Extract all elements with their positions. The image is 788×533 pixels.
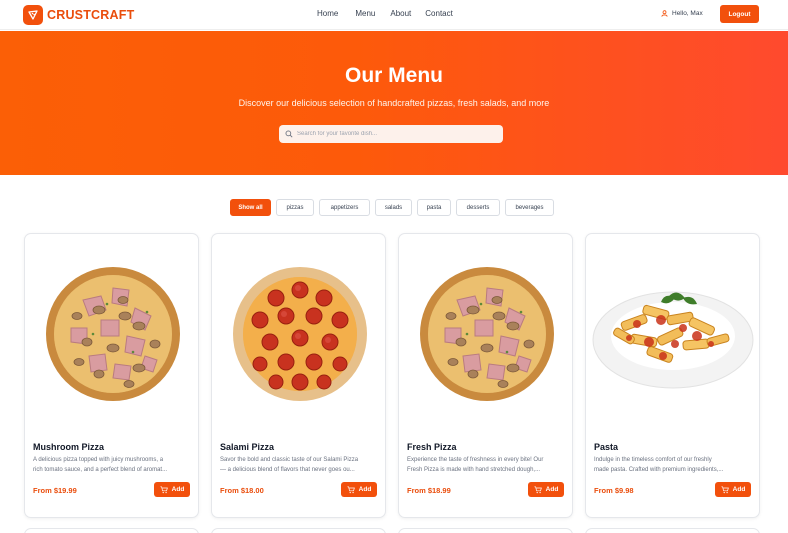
main-nav: Home Menu About Contact: [317, 9, 453, 18]
search-bar[interactable]: [279, 125, 503, 143]
user-greeting-text: Hello, Max: [672, 10, 703, 17]
user-icon: [661, 10, 668, 17]
cart-icon: [534, 485, 542, 493]
add-button-label: Add: [171, 486, 185, 493]
user-greeting: Hello, Max: [661, 10, 703, 17]
add-to-cart-button[interactable]: Add: [154, 482, 190, 497]
product-card[interactable]: Fresh Pizza Experience the taste of fres…: [398, 233, 573, 518]
pasta-plate-image: [586, 234, 759, 434]
product-name: Mushroom Pizza: [33, 442, 105, 452]
product-price: From $18.00: [220, 486, 264, 495]
product-price: From $18.99: [407, 486, 451, 495]
search-input[interactable]: [297, 131, 487, 137]
add-to-cart-button[interactable]: Add: [715, 482, 751, 497]
product-description-line1: Savor the bold and classic taste of our …: [220, 457, 359, 463]
product-description-line1: Indulge in the timeless comfort of our f…: [594, 457, 712, 463]
product-description: Indulge in the timeless comfort of our f…: [594, 456, 752, 475]
brand[interactable]: CRUSTCRAFT: [23, 4, 134, 26]
product-name: Pasta: [594, 442, 619, 452]
product-description: Experience the taste of freshness in eve…: [407, 456, 565, 475]
product-card[interactable]: Pasta Indulge in the timeless comfort of…: [585, 233, 760, 518]
filter-pizzas[interactable]: pizzas: [276, 199, 314, 216]
product-name: Fresh Pizza: [407, 442, 457, 452]
add-to-cart-button[interactable]: Add: [341, 482, 377, 497]
nav-link-about[interactable]: About: [390, 9, 411, 18]
nav-link-contact[interactable]: Contact: [425, 9, 453, 18]
product-card[interactable]: Mushroom Pizza A delicious pizza topped …: [24, 233, 199, 518]
cart-icon: [721, 485, 729, 493]
hero-banner: Our Menu Discover our delicious selectio…: [0, 31, 788, 175]
nav-link-menu[interactable]: Menu: [355, 9, 375, 18]
product-description-line2: made pasta. Crafted with premium ingredi…: [594, 466, 724, 473]
product-description-line1: Experience the taste of freshness in eve…: [407, 457, 544, 463]
brand-name: CRUSTCRAFT: [47, 8, 135, 22]
filter-salads[interactable]: salads: [375, 199, 412, 216]
filter-show-all[interactable]: Show all: [230, 199, 271, 216]
pizza-slice-logo-icon: [23, 5, 43, 25]
product-card-next-row[interactable]: [211, 528, 386, 533]
filter-appetizers[interactable]: appetizers: [319, 199, 370, 216]
filter-pasta[interactable]: pasta: [417, 199, 451, 216]
page-title: Our Menu: [345, 64, 443, 87]
nav-link-home[interactable]: Home: [317, 9, 338, 18]
product-price: From $19.99: [33, 486, 77, 495]
filter-beverages[interactable]: beverages: [505, 199, 554, 216]
search-icon: [285, 130, 293, 138]
mushroom-pizza-image: [25, 234, 198, 434]
product-description: A delicious pizza topped with juicy mush…: [33, 456, 191, 475]
filter-desserts[interactable]: desserts: [456, 199, 500, 216]
product-card-next-row[interactable]: [398, 528, 573, 533]
cart-icon: [160, 485, 168, 493]
category-filters: Show all pizzas appetizers salads pasta …: [230, 199, 559, 216]
product-description-line2: rich tomato sauce, and a perfect blend o…: [33, 466, 168, 473]
product-name: Salami Pizza: [220, 442, 275, 452]
salami-pizza-image: [212, 234, 385, 434]
product-card[interactable]: Salami Pizza Savor the bold and classic …: [211, 233, 386, 518]
product-description: Savor the bold and classic taste of our …: [220, 456, 378, 475]
logout-button[interactable]: Logout: [720, 5, 759, 23]
add-to-cart-button[interactable]: Add: [528, 482, 564, 497]
product-description-line2: Fresh Pizza is made with hand stretched …: [407, 466, 541, 473]
cart-icon: [347, 485, 355, 493]
navbar: CRUSTCRAFT Home Menu About Contact Hello…: [0, 0, 788, 30]
add-button-label: Add: [545, 486, 559, 493]
add-button-label: Add: [732, 486, 746, 493]
product-card-next-row[interactable]: [24, 528, 199, 533]
fresh-pizza-image: [399, 234, 572, 434]
product-card-next-row[interactable]: [585, 528, 760, 533]
product-description-line1: A delicious pizza topped with juicy mush…: [33, 457, 164, 463]
hero-subtitle: Discover our delicious selection of hand…: [238, 98, 550, 108]
add-button-label: Add: [358, 486, 372, 493]
product-price: From $9.98: [594, 486, 634, 495]
product-description-line2: — a delicious blend of flavors that neve…: [220, 466, 355, 473]
